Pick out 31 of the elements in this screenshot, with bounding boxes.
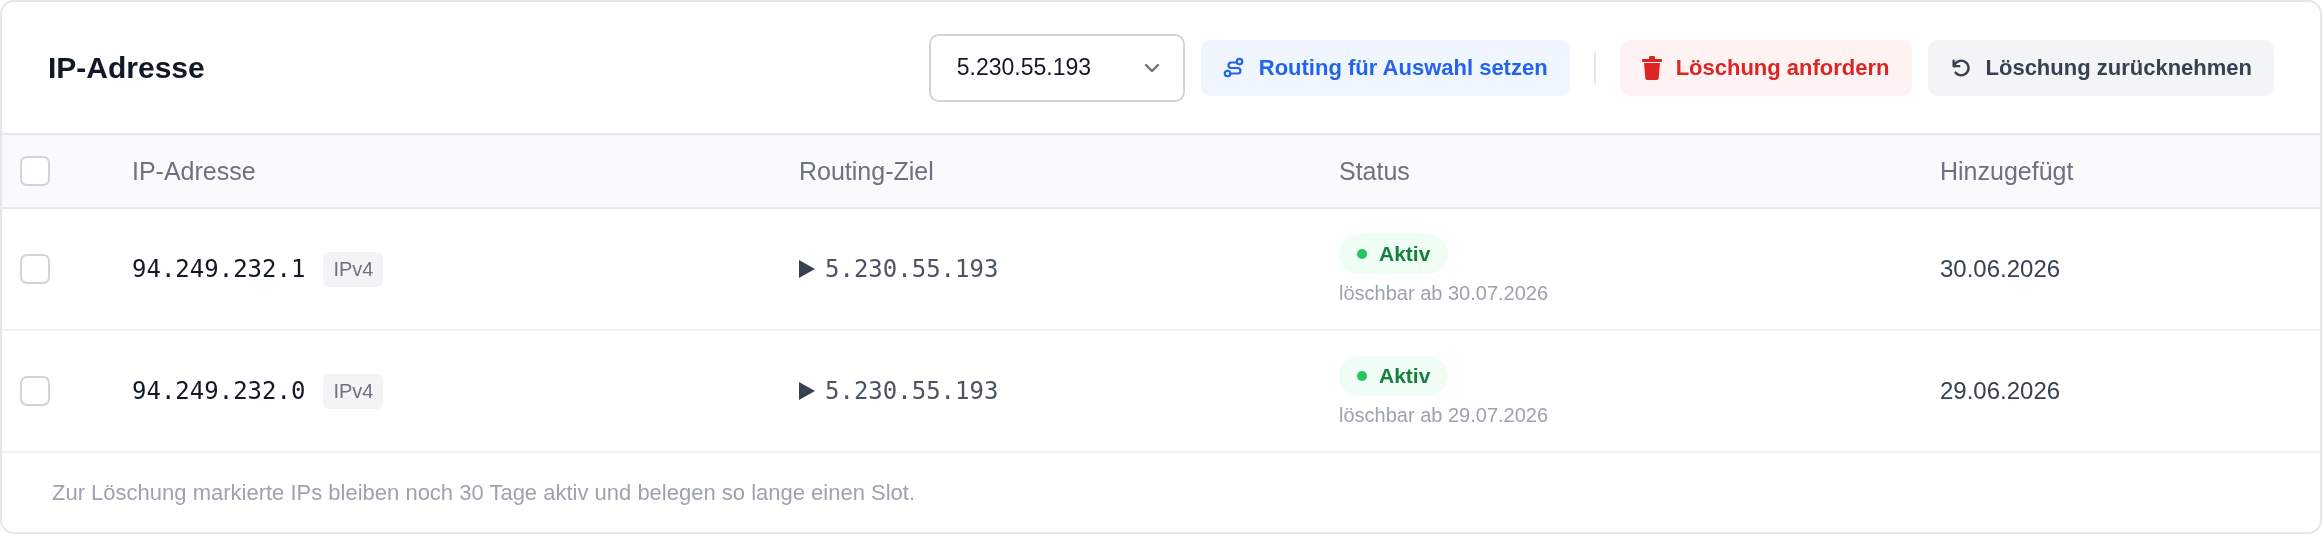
page-title: IP-Adresse <box>48 50 206 85</box>
deletable-note: löschbar ab 29.07.2026 <box>1339 403 1549 427</box>
added-date: 30.06.2026 <box>1940 255 2062 283</box>
action-button[interactable]: Löschung anfordern <box>1619 39 1912 96</box>
play-icon <box>799 382 815 400</box>
routing-target: 5.230.55.193 <box>825 377 999 405</box>
ip-family-tag: IPv4 <box>323 373 384 409</box>
column-header: Hinzugefügt <box>1940 156 2075 186</box>
footer-note: Zur Löschung markierte IPs bleiben noch 30 Tage aktiv und belegen so lange einen Slot. <box>52 479 916 506</box>
ip-family-tag: IPv4 <box>323 251 384 287</box>
column-header: Status <box>1339 156 1411 186</box>
row-checkbox[interactable] <box>20 254 50 284</box>
action-button[interactable]: Routing für Auswahl setzen <box>1200 39 1570 96</box>
play-icon <box>799 260 815 278</box>
column-header: Routing-Ziel <box>799 156 935 186</box>
status-badge: Aktiv <box>1339 355 1449 396</box>
trash-icon <box>1641 55 1662 80</box>
column-header: IP-Adresse <box>132 156 257 186</box>
action-button[interactable]: Löschung zurücknehmen <box>1927 39 2274 96</box>
deletable-note: löschbar ab 30.07.2026 <box>1339 281 1549 305</box>
added-date: 29.06.2026 <box>1940 377 2062 405</box>
target-select[interactable]: 5.230.55.193 <box>928 33 1185 102</box>
undo-icon <box>1949 56 1972 79</box>
ip-address: 94.249.232.1 <box>132 255 306 283</box>
route-icon <box>1222 56 1245 79</box>
row-checkbox[interactable] <box>20 376 50 406</box>
select-all-checkbox[interactable] <box>20 156 50 186</box>
chevron-icon <box>1142 61 1161 74</box>
ip-address: 94.249.232.0 <box>132 377 306 405</box>
routing-target: 5.230.55.193 <box>825 255 999 283</box>
status-badge: Aktiv <box>1339 233 1449 274</box>
